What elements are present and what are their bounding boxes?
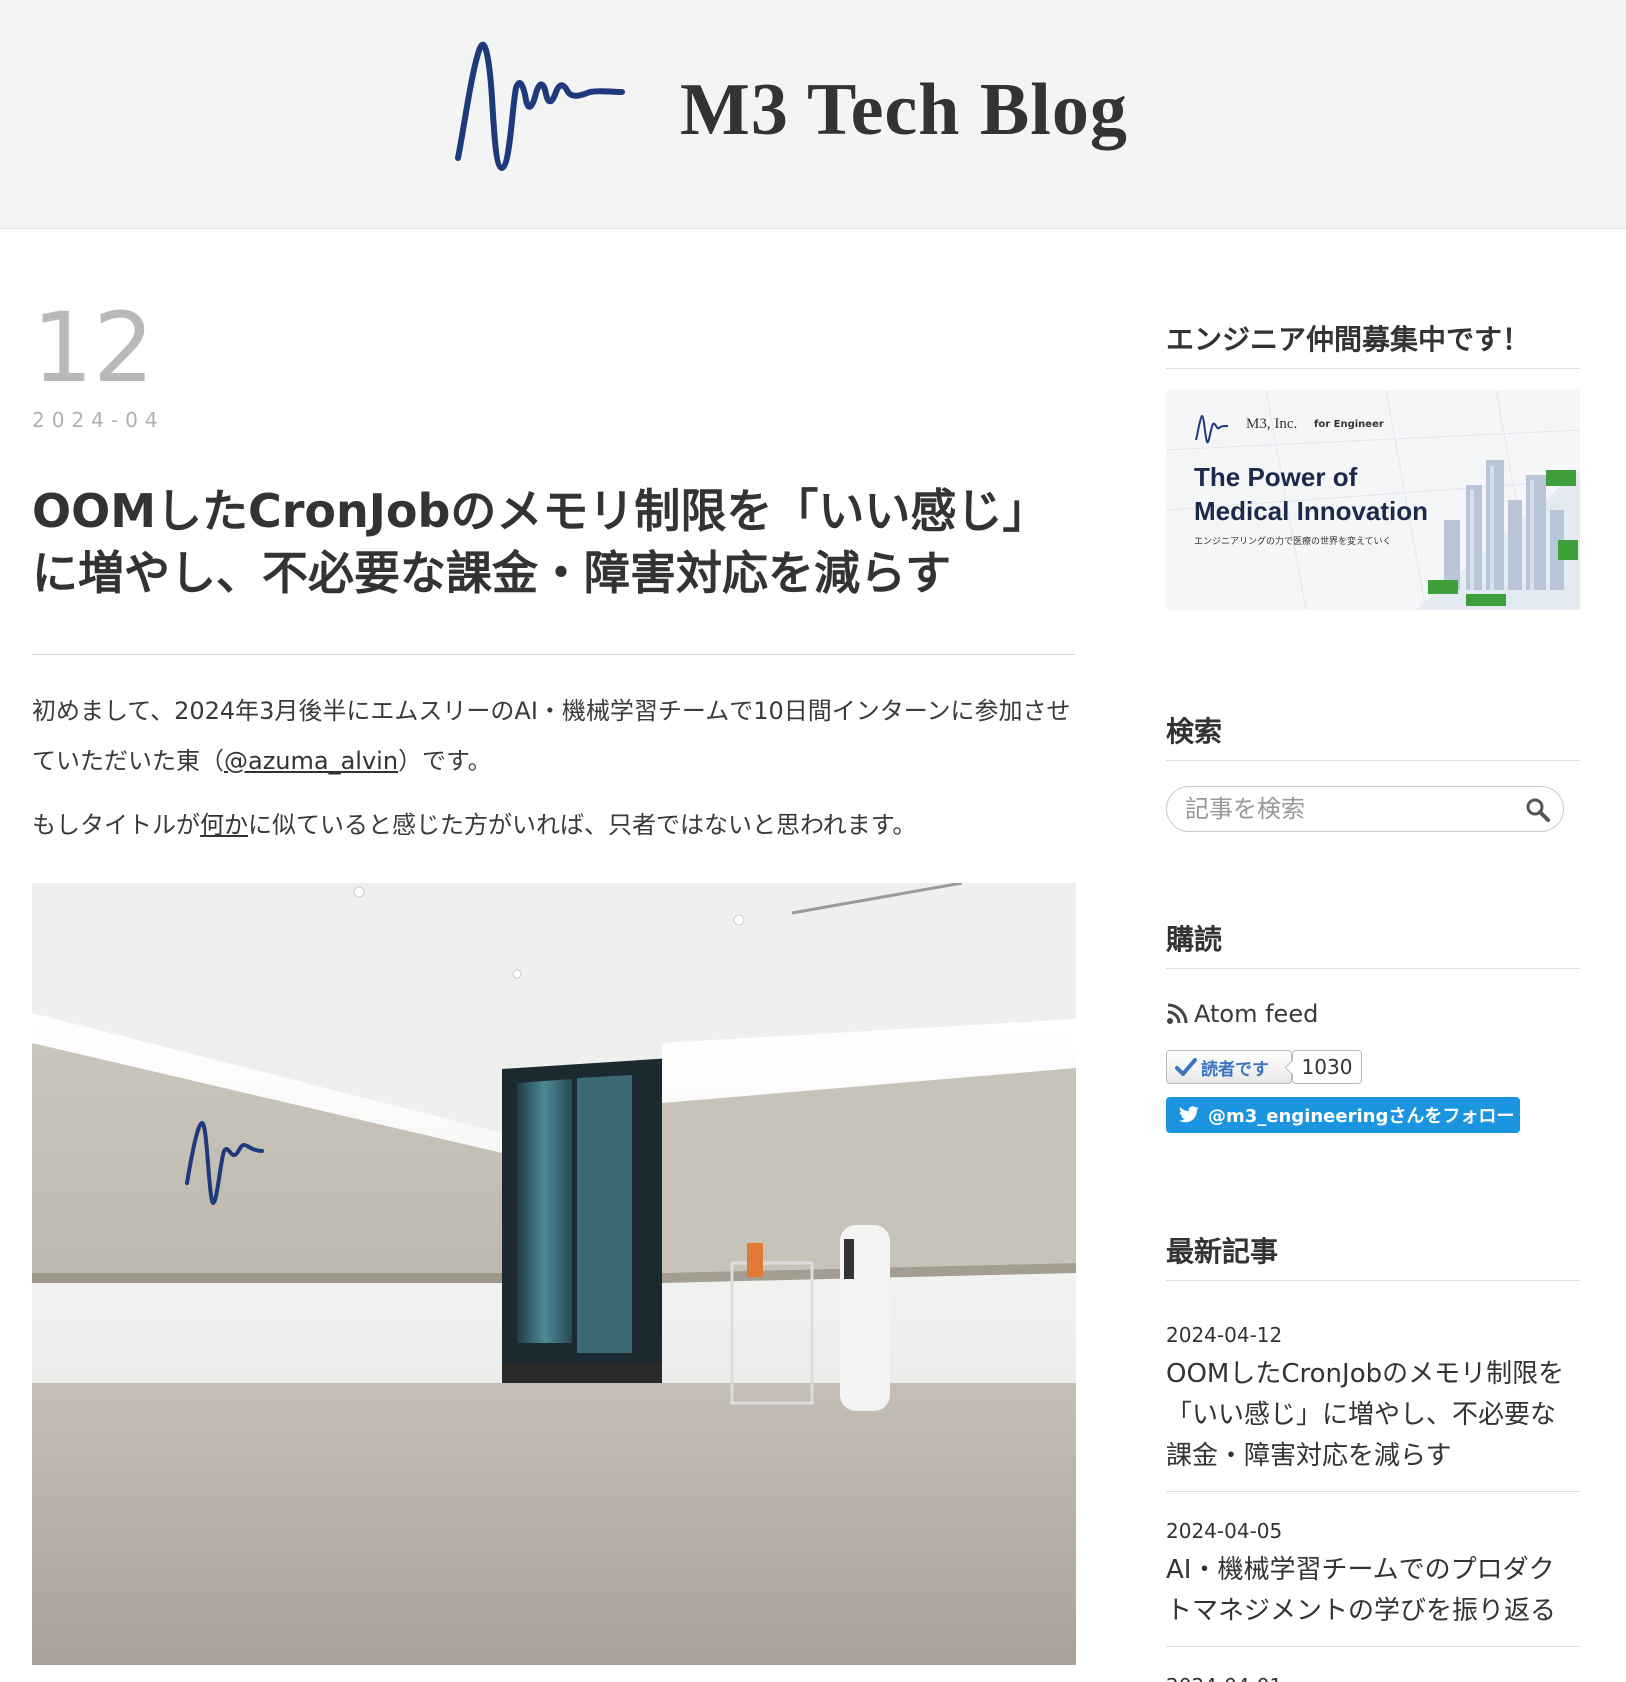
banner-tagline: エンジニアリングの力で医療の世界を変えていく	[1194, 537, 1392, 547]
recent-entries-heading: 最新記事	[1166, 1230, 1580, 1281]
search-input[interactable]	[1185, 793, 1515, 825]
entry-body: 初めまして、2024年3月後半にエムスリーのAI・機械学習チームで10日間インタ…	[32, 686, 1076, 864]
twitter-follow-label: @m3_engineeringさんをフォロー	[1208, 1106, 1515, 1127]
twitter-bird-icon	[1179, 1106, 1199, 1123]
atom-feed-label: Atom feed	[1194, 1000, 1319, 1028]
recent-entry: 2024-04-05 AI・機械学習チームでのプロダクトマネジメントの学びを振り…	[1166, 1516, 1580, 1647]
site-header: M3 Tech Blog	[0, 0, 1626, 229]
search-form	[1166, 786, 1564, 832]
subscribe-reader-button[interactable]: 読者です	[1166, 1050, 1292, 1084]
subscribe-heading: 購読	[1166, 918, 1580, 969]
second-paragraph: もしタイトルが何かに似ていると感じた方がいれば、只者ではないと思われます。	[32, 811, 917, 839]
search-icon[interactable]	[1525, 797, 1551, 823]
m3-wave-logo-icon	[455, 42, 625, 171]
search-heading: 検索	[1166, 710, 1580, 761]
author-twitter-link[interactable]: @azuma_alvin	[224, 747, 398, 775]
rss-icon	[1167, 1003, 1188, 1024]
recruit-banner[interactable]: M3, Inc. for Engineer The Power of Medic…	[1166, 390, 1580, 610]
recent-entry: 2024-04-12 OOMしたCronJobのメモリ制限を「いい感じ」に増やし…	[1166, 1320, 1580, 1492]
intro-paragraph: 初めまして、2024年3月後半にエムスリーのAI・機械学習チームで10日間インタ…	[32, 697, 1071, 775]
entry-title-link[interactable]: OOMしたCronJobのメモリ制限を「いい感じ」に増やし、不必要な課金・障害対…	[32, 484, 1048, 600]
blog-title: M3 Tech Blog	[680, 69, 1128, 151]
office-entrance-photo	[32, 883, 1076, 1665]
blog-logo-link[interactable]: M3 Tech Blog	[450, 38, 1170, 178]
entry-title: OOMしたCronJobのメモリ制限を「いい感じ」に増やし、不必要な課金・障害対…	[32, 480, 1072, 604]
banner-headline-2: Medical Innovation	[1194, 496, 1429, 526]
title-divider	[32, 654, 1076, 655]
main-column: 12 2024-04 OOMしたCronJobのメモリ制限を「いい感じ」に増やし…	[32, 230, 1076, 1682]
recruit-heading: エンジニア仲間募集中です！	[1166, 318, 1580, 369]
atom-feed-link[interactable]: Atom feed	[1166, 1000, 1318, 1028]
banner-company: M3, Inc.	[1246, 416, 1298, 432]
recent-entries-list: 2024-04-12 OOMしたCronJobのメモリ制限を「いい感じ」に増やし…	[1166, 1320, 1580, 1682]
recent-entry-date: 2024-04-12	[1166, 1323, 1283, 1347]
recent-entry-date: 2024-04-05	[1166, 1519, 1283, 1543]
entry-date-year-month: 2024-04	[32, 408, 165, 432]
banner-headline-1: The Power of	[1194, 462, 1358, 492]
recent-entry: 2024-04-01	[1166, 1671, 1580, 1682]
reference-link[interactable]: 何か	[200, 811, 248, 839]
reader-count: 1030	[1292, 1050, 1362, 1084]
banner-for-engineer: for Engineer	[1314, 419, 1384, 430]
recent-entry-link[interactable]: OOMしたCronJobのメモリ制限を「いい感じ」に増やし、不必要な課金・障害対…	[1166, 1354, 1580, 1477]
twitter-follow-button[interactable]: @m3_engineeringさんをフォロー	[1166, 1097, 1520, 1133]
sidebar: エンジニア仲間募集中です！ M3, Inc. for Engineer The …	[1166, 230, 1580, 1682]
reader-label: 読者です	[1201, 1059, 1269, 1080]
checkmark-icon	[1175, 1058, 1197, 1076]
entry-date-day: 12	[32, 292, 155, 404]
recent-entry-link[interactable]: AI・機械学習チームでのプロダクトマネジメントの学びを振り返る	[1166, 1550, 1580, 1632]
recent-entry-date: 2024-04-01	[1166, 1671, 1580, 1682]
